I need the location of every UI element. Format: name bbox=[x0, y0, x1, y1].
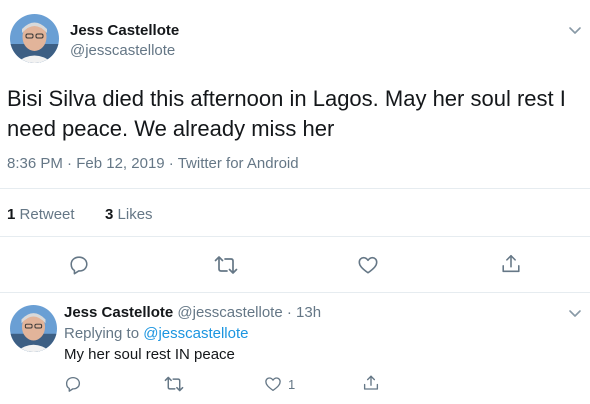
reply-icon[interactable] bbox=[64, 375, 82, 393]
divider bbox=[0, 236, 590, 237]
handle[interactable]: @jesscastellote bbox=[70, 42, 175, 59]
retweet-count: 1 bbox=[7, 206, 16, 223]
reply-text: My her soul rest IN peace bbox=[64, 346, 235, 363]
like-icon[interactable] bbox=[264, 375, 282, 393]
likes-count: 3 bbox=[105, 206, 114, 223]
retweet-icon[interactable] bbox=[214, 254, 238, 276]
meta-separator: · bbox=[67, 155, 73, 172]
divider bbox=[0, 292, 590, 293]
like-count: 1 bbox=[288, 376, 296, 392]
tweet-date[interactable]: Feb 12, 2019 bbox=[76, 155, 164, 172]
chevron-down-icon[interactable] bbox=[568, 306, 582, 320]
retweet-icon[interactable] bbox=[164, 375, 184, 393]
reply-icon[interactable] bbox=[68, 254, 90, 276]
tweet-time[interactable]: 8:36 PM bbox=[7, 155, 63, 172]
replying-to: Replying to @jesscastellote bbox=[64, 325, 249, 342]
replying-to-label: Replying to bbox=[64, 325, 140, 342]
meta-separator: · bbox=[168, 155, 174, 172]
chevron-down-icon[interactable] bbox=[568, 23, 582, 37]
divider bbox=[0, 188, 590, 189]
handle[interactable]: @jesscastellote bbox=[177, 304, 282, 321]
tweet-meta: 8:36 PM · Feb 12, 2019 · Twitter for And… bbox=[7, 155, 299, 172]
share-icon[interactable] bbox=[362, 374, 380, 392]
retweet-label: Retweet bbox=[19, 206, 75, 223]
tweet-age[interactable]: 13h bbox=[296, 304, 321, 321]
display-name[interactable]: Jess Castellote bbox=[64, 304, 173, 321]
tweet-text: Bisi Silva died this afternoon in Lagos.… bbox=[7, 86, 566, 141]
likes-label: Likes bbox=[117, 206, 153, 223]
avatar[interactable] bbox=[10, 14, 59, 63]
share-icon[interactable] bbox=[500, 253, 522, 275]
retweet-stat[interactable]: 1 Retweet bbox=[7, 206, 75, 223]
display-name[interactable]: Jess Castellote bbox=[70, 22, 179, 39]
like-icon[interactable] bbox=[357, 254, 379, 276]
reply-header: Jess Castellote @jesscastellote · 13h bbox=[64, 304, 321, 321]
tweet-source[interactable]: Twitter for Android bbox=[178, 155, 299, 172]
like-button[interactable]: 1 bbox=[264, 375, 295, 393]
replying-to-handle[interactable]: @jesscastellote bbox=[143, 325, 248, 342]
avatar[interactable] bbox=[10, 305, 57, 352]
likes-stat[interactable]: 3 Likes bbox=[105, 206, 153, 223]
meta-separator: · bbox=[286, 304, 292, 321]
